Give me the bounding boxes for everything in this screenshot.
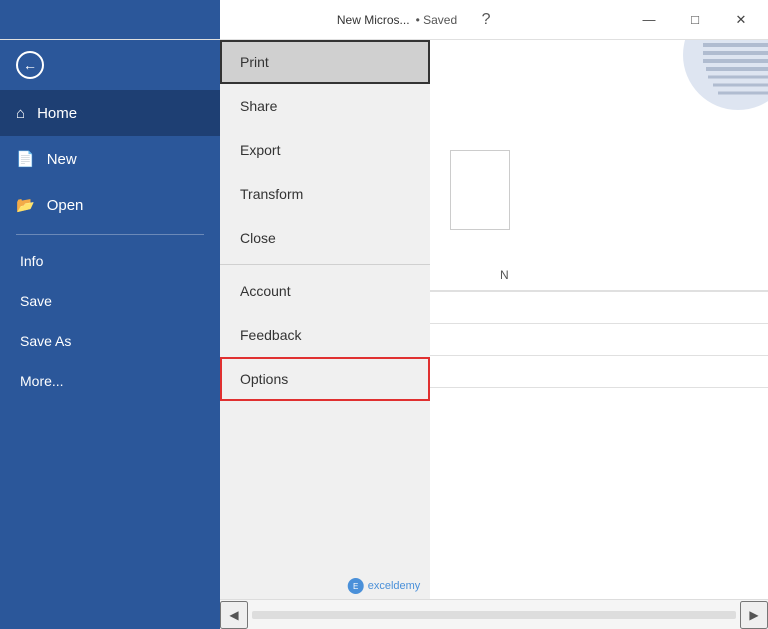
back-arrow-icon: ← (23, 57, 37, 73)
watermark: E exceldemy (348, 578, 421, 594)
open-label: Open (47, 197, 84, 214)
new-label: New (47, 151, 77, 168)
help-button[interactable]: ? (463, 0, 509, 40)
watermark-icon: E (348, 578, 364, 594)
dropdown-item-account[interactable]: Account (220, 269, 430, 313)
back-circle-icon: ← (16, 51, 44, 79)
options-label: Options (240, 371, 288, 387)
minimize-button[interactable]: — (626, 0, 672, 40)
open-icon: 📂 (16, 196, 35, 214)
feedback-label: Feedback (240, 327, 301, 343)
sidebar-item-more[interactable]: More... (0, 361, 220, 401)
sidebar-item-home[interactable]: ⌂ Home (0, 90, 220, 136)
dropdown-item-feedback[interactable]: Feedback (220, 313, 430, 357)
sidebar: ← ⌂ Home 📄 New 📂 Open Info Save Save As … (0, 40, 220, 629)
scroll-left-button[interactable]: ◀ (220, 601, 248, 629)
dropdown-divider (220, 264, 430, 265)
home-icon: ⌂ (16, 105, 25, 122)
home-label: Home (37, 105, 77, 122)
dropdown-menu: Print Share Export Transform Close Accou… (220, 40, 430, 599)
maximize-button[interactable]: □ (672, 0, 718, 40)
close-menu-label: Close (240, 230, 276, 246)
bottom-scrollbar: ◀ ▶ (220, 599, 768, 629)
title-bar-left (0, 0, 220, 39)
title-bar: New Micros... • Saved ? — □ ✕ (0, 0, 768, 40)
content-box (450, 150, 510, 230)
share-label: Share (240, 98, 277, 114)
dropdown-item-options[interactable]: Options (220, 357, 430, 401)
word-logo-area (628, 40, 768, 115)
dropdown-item-export[interactable]: Export (220, 128, 430, 172)
transform-label: Transform (240, 186, 303, 202)
scroll-right-button[interactable]: ▶ (740, 601, 768, 629)
filename-label: New Micros... (337, 13, 410, 27)
sidebar-item-save[interactable]: Save (0, 281, 220, 321)
back-button[interactable]: ← (0, 40, 220, 90)
export-label: Export (240, 142, 280, 158)
col2-header: N (500, 268, 600, 282)
print-label: Print (240, 54, 269, 70)
save-label: Save (20, 293, 52, 309)
title-bar-center: New Micros... • Saved ? (220, 0, 626, 40)
new-icon: 📄 (16, 150, 35, 168)
sidebar-item-open[interactable]: 📂 Open (0, 182, 220, 228)
account-label: Account (240, 283, 291, 299)
watermark-text: exceldemy (368, 580, 421, 592)
dropdown-item-print[interactable]: Print (220, 40, 430, 84)
dropdown-item-transform[interactable]: Transform (220, 172, 430, 216)
close-button[interactable]: ✕ (718, 0, 764, 40)
sidebar-item-new[interactable]: 📄 New (0, 136, 220, 182)
window-controls: — □ ✕ (626, 0, 768, 40)
save-as-label: Save As (20, 333, 71, 349)
more-label: More... (20, 373, 64, 389)
scroll-track[interactable] (252, 611, 736, 619)
sidebar-divider (16, 234, 204, 235)
sidebar-item-save-as[interactable]: Save As (0, 321, 220, 361)
saved-status-label: • Saved (416, 13, 458, 27)
dropdown-item-close[interactable]: Close (220, 216, 430, 260)
word-logo-svg (628, 40, 768, 115)
sidebar-item-info[interactable]: Info (0, 241, 220, 281)
dropdown-item-share[interactable]: Share (220, 84, 430, 128)
info-label: Info (20, 253, 43, 269)
